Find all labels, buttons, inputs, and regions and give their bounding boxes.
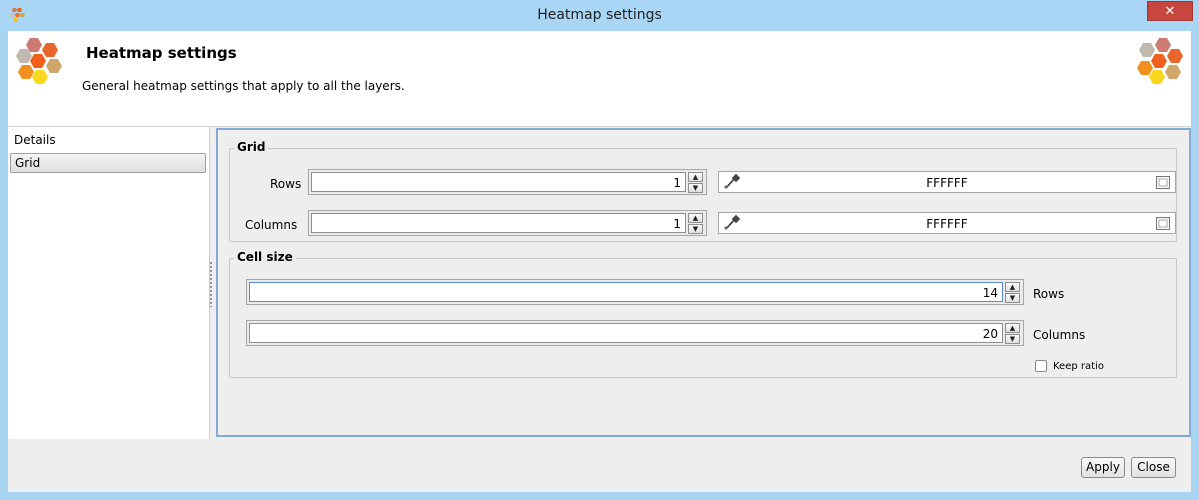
close-button[interactable]: Close	[1131, 457, 1176, 478]
arrow-up-icon[interactable]: ▲	[688, 172, 703, 182]
color-square-icon[interactable]	[1156, 217, 1170, 233]
grid-group-title: Grid	[234, 140, 269, 154]
color-square-icon[interactable]	[1156, 176, 1170, 192]
grid-settings-panel: Grid Rows 1 ▲ ▼ FFFFFF Columns 1 ▲ ▼ FFF…	[216, 128, 1191, 437]
keep-ratio-label: Keep ratio	[1053, 361, 1104, 372]
arrow-down-icon[interactable]: ▼	[688, 183, 703, 193]
cell-size-group-title: Cell size	[234, 250, 296, 264]
heatmap-logo-right-icon	[1137, 37, 1187, 90]
cell-columns-label: Columns	[1033, 328, 1086, 342]
grid-rows-label: Rows	[270, 177, 302, 191]
header-banner: Heatmap settings General heatmap setting…	[8, 31, 1191, 127]
grid-columns-label: Columns	[245, 218, 298, 232]
title-bar: Heatmap settings ✕	[0, 0, 1199, 31]
grid-columns-color-value: FFFFFF	[926, 217, 968, 231]
grid-rows-color-value: FFFFFF	[926, 176, 968, 190]
settings-nav: Details Grid	[8, 127, 210, 439]
splitter-handle[interactable]	[209, 261, 213, 307]
arrow-down-icon[interactable]: ▼	[1005, 293, 1020, 303]
grid-rows-spinbox: 1 ▲ ▼	[308, 169, 707, 195]
grid-rows-input[interactable]: 1	[311, 172, 686, 192]
grid-rows-color-field[interactable]: FFFFFF	[718, 171, 1176, 193]
cell-rows-spinbox: 14 ▲ ▼	[246, 279, 1024, 305]
arrow-up-icon[interactable]: ▲	[1005, 282, 1020, 292]
arrow-up-icon[interactable]: ▲	[1005, 323, 1020, 333]
arrow-down-icon[interactable]: ▼	[688, 224, 703, 234]
cell-size-group: Cell size 14 ▲ ▼ Rows 20 ▲ ▼ Columns Kee…	[229, 250, 1177, 378]
cell-rows-label: Rows	[1033, 287, 1065, 301]
arrow-down-icon[interactable]: ▼	[1005, 334, 1020, 344]
grid-group: Grid Rows 1 ▲ ▼ FFFFFF Columns 1 ▲ ▼ FFF…	[229, 140, 1177, 242]
grid-columns-input[interactable]: 1	[311, 213, 686, 233]
cell-columns-input[interactable]: 20	[249, 323, 1003, 343]
apply-button[interactable]: Apply	[1081, 457, 1125, 478]
window-title: Heatmap settings	[537, 7, 662, 23]
grid-columns-color-field[interactable]: FFFFFF	[718, 212, 1176, 234]
cell-columns-spinbox: 20 ▲ ▼	[246, 320, 1024, 346]
header-title: Heatmap settings	[86, 44, 237, 62]
grid-columns-spinbox: 1 ▲ ▼	[308, 210, 707, 236]
heatmap-logo-icon	[16, 37, 66, 90]
nav-item-grid[interactable]: Grid	[10, 153, 206, 173]
arrow-up-icon[interactable]: ▲	[688, 213, 703, 223]
keep-ratio-checkbox[interactable]	[1035, 360, 1047, 372]
window-close-button[interactable]: ✕	[1147, 1, 1193, 21]
nav-item-details[interactable]: Details	[10, 131, 206, 151]
dialog-client: Heatmap settings General heatmap setting…	[8, 31, 1191, 492]
header-description: General heatmap settings that apply to a…	[82, 79, 405, 93]
cell-rows-input[interactable]: 14	[249, 282, 1003, 302]
